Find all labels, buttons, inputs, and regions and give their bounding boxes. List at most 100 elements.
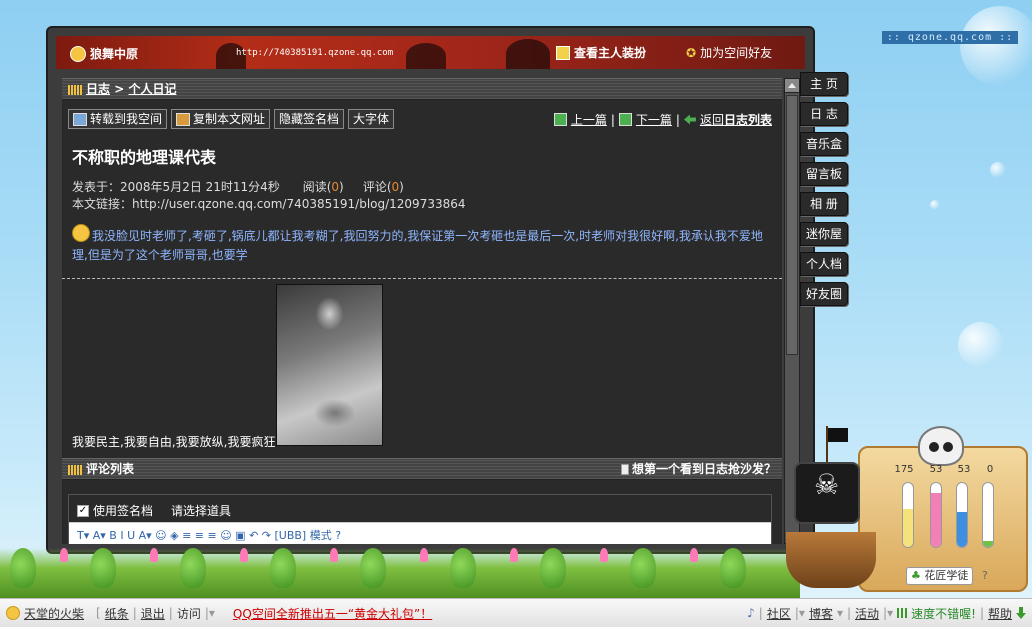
use-signature-checkbox[interactable]: ✓ [77,504,89,517]
prev-article-link[interactable]: 上一篇 [571,111,607,128]
help-link[interactable]: 帮助 [988,605,1012,622]
space-name: 狼舞中原 [90,47,139,61]
banner-silhouette [506,39,550,69]
bubble-decoration [958,322,1004,368]
view-outfit-label: 查看主人装扮 [574,46,647,60]
vine-leaf [270,548,296,588]
vine-leaf [540,548,566,588]
hide-signature-button[interactable]: 隐藏签名档 [274,109,345,129]
posted-time: 2008年5月2日 21时11分4秒 [120,180,280,194]
pet-gauge [902,482,914,548]
flower [330,548,338,562]
pirate-ship[interactable] [786,426,876,592]
space-logo[interactable]: 狼舞中原 [70,45,138,62]
logout-link[interactable]: 退出 [141,605,165,622]
comment-editor-toolbar[interactable]: T▾ A▾ B I U A▾ ☺ ◈ ≡ ≡ ≡ ☺ ▣ ↶ ↷ [UBB] 模… [69,522,771,544]
article-meta: 发表于：2008年5月2日 21时11分4秒 阅读(0) 评论(0) 本文链接：… [72,179,466,213]
article-title: 不称职的地理课代表 [72,148,217,167]
article-body-text: 我没脸见时老师了,考砸了,锅底儿都让我考糊了,我回努力的,我保证第一次考砸也是最… [72,229,763,262]
menu-item-home[interactable]: 主 页 [800,72,848,96]
space-url: http://740385191.qzone.qq.com [236,48,394,58]
username-link[interactable]: 天堂的火柴 [24,605,84,622]
menu-item-mini-house[interactable]: 迷你屋 [800,222,848,246]
flower [600,548,608,562]
breadcrumb-blog-link[interactable]: 日志 [86,82,110,96]
repost-label: 转载到我空间 [90,112,163,126]
divider [62,278,782,279]
community-menu[interactable]: 社区 [767,605,791,622]
vine-ground [0,548,800,598]
nav-sep: | [675,112,680,127]
vine-leaf [360,548,386,588]
flower [240,548,248,562]
blog-list-label: 日志列表 [723,113,772,127]
bottom-toolbar: 天堂的火柴 [ 纸条 | 退出 | 访问 |▾ QQ空间全新推出五一“黄金大礼包… [0,598,1032,627]
sofa-link[interactable]: 想第一个看到日志抢沙发？ [620,459,776,480]
flower [510,548,518,562]
banner-silhouette [406,43,446,69]
add-friend-button[interactable]: ✪ 加为空间好友 [686,44,772,61]
menu-item-music[interactable]: 音乐盒 [800,132,848,156]
pet-gauge [930,482,942,548]
next-icon [618,113,632,126]
paren: ) [339,180,344,194]
breadcrumb: 日志 > 个人日记 [62,78,782,100]
vine-leaf [630,548,656,588]
use-signature-label: 使用签名档 [93,504,154,518]
right-links: ♪ | 社区 |▾ 博客 ▾ | 活动 |▾ 速度不错喔! | 帮助 [741,605,1032,622]
qzone-url-badge: :: qzone.qq.com :: [882,31,1018,44]
bell-icon[interactable]: ♪ [747,606,755,620]
pet-help[interactable]: ? [982,569,988,582]
link-label: 本文链接： [72,197,133,211]
vine-leaf [180,548,206,588]
page-icon [620,464,629,475]
blog-menu[interactable]: 博客 [809,605,833,622]
flower [60,548,68,562]
flower [150,548,158,562]
outfit-icon [556,45,570,60]
gardener-label: 花匠学徒 [924,569,969,582]
menu-item-album[interactable]: 相 册 [800,192,848,216]
emoticon-icon [72,224,90,242]
account-links: [ 纸条 | 退出 | 访问 |▾ [96,605,215,622]
promo-link[interactable]: QQ空间全新推出五一“黄金大礼包”！ [233,605,432,622]
breadcrumb-personal-link[interactable]: 个人日记 [128,82,176,96]
scroll-up-button[interactable] [785,79,799,93]
notes-link[interactable]: 纸条 [105,605,129,622]
speed-status: 速度不错喔! [911,606,976,621]
pet-gauge [982,482,994,548]
bars-icon [68,465,82,475]
pet-value-4: 0 [986,464,994,475]
article-link-url[interactable]: http://user.qzone.qq.com/740385191/blog/… [132,197,466,211]
comment-box: ✓ 使用签名档 请选择道具 T▾ A▾ B I U A▾ ☺ ◈ ≡ ≡ ≡ ☺… [68,494,772,544]
menu-item-friends[interactable]: 好友圈 [800,282,848,306]
menu-item-blog[interactable]: 日 志 [800,102,848,126]
pet-value-1: 175 [894,464,914,475]
article-photo[interactable] [276,284,383,446]
skull-icon [918,426,964,466]
choose-tool-link[interactable]: 请选择道具 [171,502,231,519]
vine-leaf [90,548,116,588]
star-icon: ✪ [686,45,697,60]
menu-item-guestbook[interactable]: 留言板 [800,162,848,186]
download-icon[interactable] [1016,607,1026,619]
bubble-decoration [930,200,940,210]
view-outfit-button[interactable]: 查看主人装扮 [556,44,646,61]
large-font-button[interactable]: 大字体 [348,109,395,129]
visit-menu[interactable]: 访问 [177,605,201,622]
skull-sail-icon [794,462,860,524]
next-article-link[interactable]: 下一篇 [636,111,672,128]
sofa-label: 想第一个看到日志抢沙发？ [631,462,776,476]
prev-icon [553,113,567,126]
nav-sep: | [610,112,615,127]
menu-item-profile[interactable]: 个人档 [800,252,848,276]
copy-url-button[interactable]: 复制本文网址 [171,109,271,129]
activity-menu[interactable]: 活动 [855,605,879,622]
gardener-button[interactable]: ♣ 花匠学徒 [906,567,974,585]
repost-button[interactable]: 转载到我空间 [68,109,168,129]
scroll-thumb[interactable] [786,95,798,355]
flower [690,548,698,562]
back-to-list-link[interactable]: 返回日志列表 [700,111,772,128]
pet-gauge [956,482,968,548]
bars-icon [68,85,82,95]
